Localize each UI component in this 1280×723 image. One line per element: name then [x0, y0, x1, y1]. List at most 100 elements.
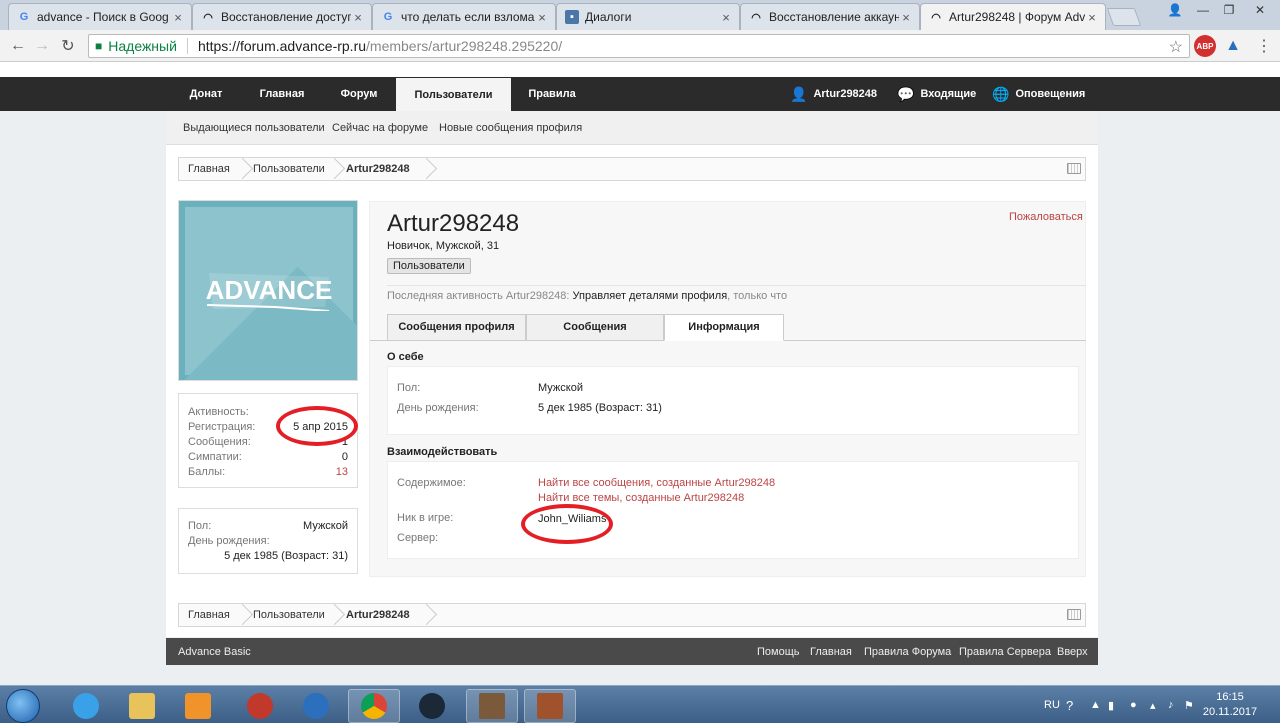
breadcrumb-users[interactable]: Пользователи — [253, 163, 325, 175]
subnav-new-profile-posts[interactable]: Новые сообщения профиля — [439, 122, 582, 134]
ie-icon[interactable] — [60, 689, 112, 723]
tab-messages[interactable]: Сообщения — [526, 314, 664, 341]
forward-icon[interactable]: → — [32, 36, 52, 56]
browser-tab-5[interactable]: ◠ Восстановление аккаун × — [740, 3, 920, 30]
nav-tab-forum[interactable]: Форум — [328, 77, 390, 111]
secure-label: Надежный — [108, 38, 188, 54]
tab-profile-posts[interactable]: Сообщения профиля — [387, 314, 526, 341]
about-section: Пол: Мужской День рождения: 5 дек 1985 (… — [387, 366, 1079, 435]
address-bar[interactable]: ■ Надежный https://forum.advance-rp.ru /… — [88, 34, 1190, 58]
chrome-icon[interactable] — [348, 689, 400, 723]
tray-expand-icon[interactable]: ▲ — [1090, 686, 1101, 723]
stat-label: Активность: — [188, 406, 249, 418]
footer-link-forum-rules[interactable]: Правила Форума — [864, 646, 951, 658]
app-tray-icon[interactable]: ● — [1130, 686, 1137, 723]
user-avatar[interactable]: ADVANCE — [178, 200, 358, 381]
footer-link-top[interactable]: Вверх — [1057, 646, 1088, 658]
nav-tab-rules[interactable]: Правила — [516, 77, 588, 111]
info-gender: Пол: Мужской — [188, 520, 348, 532]
media-player-icon[interactable] — [172, 689, 224, 723]
breadcrumb-current[interactable]: Artur298248 — [346, 163, 410, 175]
subnav-featured-users[interactable]: Выдающиеся пользователи — [183, 122, 325, 134]
adblock-label: ABP — [1196, 41, 1214, 51]
browser-tab-2[interactable]: ◠ Восстановление доступ × — [192, 3, 372, 30]
keyboard-icon[interactable] — [1067, 609, 1081, 620]
footer-link-help[interactable]: Помощь — [757, 646, 800, 658]
close-icon[interactable]: × — [1085, 10, 1099, 25]
browser-tabstrip: G advance - Поиск в Goog × ◠ Восстановле… — [0, 0, 1280, 30]
google-icon: G — [19, 11, 29, 23]
taskbar-clock[interactable]: 16:15 20.11.2017 — [1202, 690, 1258, 720]
app-icon-blue[interactable] — [290, 689, 342, 723]
restore-icon[interactable]: ❐ — [1216, 0, 1242, 20]
close-icon[interactable]: × — [719, 10, 733, 25]
volume-icon[interactable]: ♪ — [1168, 686, 1174, 723]
back-icon[interactable]: ← — [8, 36, 28, 56]
red-circle-annotation — [276, 406, 358, 446]
nav-tab-home[interactable]: Главная — [246, 77, 318, 111]
last-activity-prefix: Последняя активность Artur298248: — [387, 290, 573, 302]
browser-tab-4[interactable]: ▪ Диалоги × — [556, 3, 740, 30]
find-threads-link[interactable]: Найти все темы, созданные Artur298248 — [538, 492, 744, 504]
user-icon[interactable]: 👤 — [1162, 0, 1188, 20]
network-icon[interactable]: ▮ — [1108, 686, 1114, 723]
report-link[interactable]: Пожаловаться — [1009, 211, 1083, 223]
game-icon-2[interactable] — [524, 689, 576, 723]
footer-link-server-rules[interactable]: Правила Сервера — [959, 646, 1051, 658]
info-value: 5 дек 1985 (Возраст: 31) — [224, 550, 348, 562]
mask-icon: ◠ — [751, 11, 761, 24]
adblock-plus-icon[interactable]: ABP — [1194, 35, 1216, 57]
footer-link-home[interactable]: Главная — [810, 646, 852, 658]
explorer-icon[interactable] — [116, 689, 168, 723]
mask-icon: ◠ — [203, 11, 213, 24]
stat-label: Регистрация: — [188, 421, 256, 433]
steam-icon[interactable] — [406, 689, 458, 723]
game-icon-1[interactable] — [466, 689, 518, 723]
close-window-icon[interactable]: ✕ — [1244, 0, 1276, 20]
browser-tab-1[interactable]: G advance - Поиск в Goog × — [8, 3, 192, 30]
app-icon-red[interactable] — [234, 689, 286, 723]
tray-language[interactable]: RU — [1044, 686, 1060, 723]
browser-menu-icon[interactable]: ⋮ — [1256, 36, 1272, 56]
stat-label: Баллы: — [188, 466, 226, 478]
breadcrumb-home[interactable]: Главная — [188, 609, 230, 621]
about-gender-value: Мужской — [538, 382, 583, 394]
avatar-logo-text: ADVANCE — [206, 275, 333, 305]
close-icon[interactable]: × — [535, 10, 549, 25]
stat-points: Баллы: 13 — [188, 466, 348, 478]
stat-value[interactable]: 13 — [336, 466, 348, 478]
breadcrumb-users[interactable]: Пользователи — [253, 609, 325, 621]
close-icon[interactable]: × — [351, 10, 365, 25]
nav-inbox-link[interactable]: 💬 Входящие — [897, 77, 976, 111]
nav-user-link[interactable]: 👤 Artur298248 — [790, 77, 877, 111]
last-activity: Последняя активность Artur298248: Управл… — [387, 290, 787, 302]
keyboard-icon[interactable] — [1067, 163, 1081, 174]
find-posts-link[interactable]: Найти все сообщения, созданные Artur2982… — [538, 477, 775, 489]
reload-icon[interactable]: ↻ — [58, 36, 78, 56]
browser-tab-3[interactable]: G что делать если взлома × — [372, 3, 556, 30]
subnav-online-now[interactable]: Сейчас на форуме — [332, 122, 428, 134]
bookmark-star-icon[interactable]: ☆ — [1169, 37, 1183, 57]
help-icon[interactable]: ? — [1066, 686, 1073, 723]
flag-icon[interactable]: ⚑ — [1184, 686, 1194, 723]
nav-tab-users[interactable]: Пользователи — [396, 78, 511, 111]
close-icon[interactable]: × — [899, 10, 913, 25]
google-icon: G — [383, 11, 393, 23]
signal-icon[interactable]: ▴ — [1150, 686, 1156, 723]
minimize-icon[interactable]: — — [1190, 0, 1216, 20]
footer-style-name[interactable]: Advance Basic — [178, 646, 251, 658]
new-tab-button[interactable] — [1106, 8, 1142, 26]
mask-icon: ◠ — [931, 11, 941, 24]
breadcrumb-home[interactable]: Главная — [188, 163, 230, 175]
nav-alerts-link[interactable]: 🌐 Оповещения — [992, 77, 1085, 111]
nav-username: Artur298248 — [813, 88, 878, 100]
browser-tab-6-active[interactable]: ◠ Artur298248 | Форум Adv × — [920, 3, 1106, 30]
profile-user-title: Новичок, Мужской, 31 — [387, 240, 500, 252]
breadcrumb-current[interactable]: Artur298248 — [346, 609, 410, 621]
nav-tab-donate[interactable]: Донат — [176, 77, 236, 111]
extension-icon[interactable]: ▲ — [1222, 35, 1244, 57]
start-button[interactable] — [6, 689, 40, 723]
page-top-strip — [0, 62, 1280, 77]
close-icon[interactable]: × — [171, 10, 185, 25]
tab-information[interactable]: Информация — [664, 314, 784, 341]
